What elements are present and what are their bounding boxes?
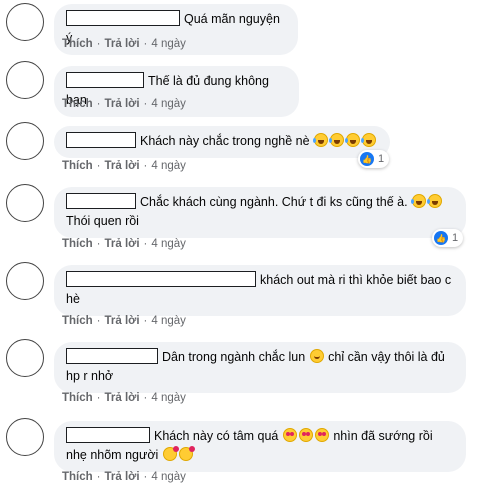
comment-bubble: Dân trong ngành chắc lun chỉ cần vậy thô… [54,342,466,393]
comment-text: Khách này có tâm quá [154,429,279,443]
laughing-emoji-icon [411,194,427,208]
avatar[interactable] [6,418,44,456]
smile-emoji-icon [309,349,324,363]
comment-text-line2: hè [66,292,80,306]
separator: · [143,238,148,250]
comment-text-line2: nhẹ nhõm người [66,448,159,462]
reply-link[interactable]: Trả lời [105,98,140,110]
separator: · [96,315,101,327]
separator: · [96,238,101,250]
reply-link[interactable]: Trả lời [105,471,140,483]
smiling-hearts-emoji-icon [178,446,195,461]
commenter-name-redacted[interactable] [66,72,144,88]
commenter-name-redacted[interactable] [66,132,136,148]
rofl-emoji-icon [345,133,361,147]
commenter-name-redacted[interactable] [66,271,256,287]
comment-text-line2: Thói quen rồi [66,214,139,228]
rofl-emoji-icon [361,133,377,147]
comment-text-line2: hp r nhở [66,369,114,383]
comment-text: khách out mà ri thì khỏe biết bao c [260,273,452,287]
like-link[interactable]: Thích [62,160,93,172]
avatar[interactable] [6,262,44,300]
comment-bubble: Khách này có tâm quá nhìn đã sướng rồi n… [54,421,466,472]
heart-eyes-emoji-icon [282,428,297,442]
timestamp[interactable]: 4 ngày [151,238,186,250]
comment-actions: Thích · Trả lời · 4 ngày [62,160,186,172]
comment-actions: Thích · Trả lời · 4 ngày [62,471,186,483]
separator: · [96,392,101,404]
timestamp[interactable]: 4 ngày [151,471,186,483]
timestamp[interactable]: 4 ngày [151,315,186,327]
timestamp[interactable]: 4 ngày [151,160,186,172]
separator: · [143,98,148,110]
commenter-name-redacted[interactable] [66,10,180,26]
comment-bubble: Chắc khách cùng ngành. Chứ t đi ks cũng … [54,187,466,238]
rofl-emoji-icon [313,133,329,147]
comment-actions: Thích · Trả lời · 4 ngày [62,392,186,404]
timestamp[interactable]: 4 ngày [151,392,186,404]
commenter-name-redacted[interactable] [66,348,158,364]
like-link[interactable]: Thích [62,238,93,250]
avatar[interactable] [6,339,44,377]
like-link[interactable]: Thích [62,315,93,327]
comment-actions: Thích · Trả lời · 4 ngày [62,98,186,110]
like-link[interactable]: Thích [62,392,93,404]
commenter-name-redacted[interactable] [66,193,136,209]
comment-text: Khách này chắc trong nghề nè [140,134,310,148]
heart-eyes-emoji-icon [314,428,329,442]
comment-text: Dân trong ngành chắc lun [162,350,306,364]
avatar[interactable] [6,61,44,99]
reaction-count-text: 1 [452,232,459,244]
comment-actions: Thích · Trả lời · 4 ngày [62,238,186,250]
reaction-count-text: 1 [378,153,385,165]
like-icon: 👍 [434,231,448,245]
separator: · [96,98,101,110]
comment-actions: Thích · Trả lời · 4 ngày [62,38,186,50]
separator: · [96,38,101,50]
timestamp[interactable]: 4 ngày [151,38,186,50]
like-link[interactable]: Thích [62,98,93,110]
separator: · [143,38,148,50]
reply-link[interactable]: Trả lời [105,392,140,404]
separator: · [143,471,148,483]
like-link[interactable]: Thích [62,471,93,483]
avatar[interactable] [6,122,44,160]
comment-actions: Thích · Trả lời · 4 ngày [62,315,186,327]
separator: · [143,160,148,172]
reply-link[interactable]: Trả lời [105,315,140,327]
heart-eyes-emoji-icon [298,428,313,442]
separator: · [143,392,148,404]
avatar[interactable] [6,184,44,222]
comment-text: Chắc khách cùng ngành. Chứ t đi ks cũng … [140,195,408,209]
timestamp[interactable]: 4 ngày [151,98,186,110]
laughing-emoji-icon [427,194,443,208]
reaction-count[interactable]: 👍 1 [432,229,464,247]
comment-text-continued: nhìn đã sướng rồi [333,429,433,443]
smiling-hearts-emoji-icon [162,446,179,461]
avatar[interactable] [6,3,44,41]
like-icon: 👍 [360,152,374,166]
rofl-emoji-icon [329,133,345,147]
commenter-name-redacted[interactable] [66,427,150,443]
reply-link[interactable]: Trả lời [105,238,140,250]
separator: · [143,315,148,327]
like-link[interactable]: Thích [62,38,93,50]
separator: · [96,160,101,172]
separator: · [96,471,101,483]
comment-bubble: Khách này chắc trong nghề nè [54,126,390,158]
comment-text-continued: chỉ cần vậy thôi là đủ [328,350,445,364]
reply-link[interactable]: Trả lời [105,38,140,50]
comment-bubble: khách out mà ri thì khỏe biết bao c hè [54,265,466,316]
reply-link[interactable]: Trả lời [105,160,140,172]
reaction-count[interactable]: 👍 1 [358,150,390,168]
